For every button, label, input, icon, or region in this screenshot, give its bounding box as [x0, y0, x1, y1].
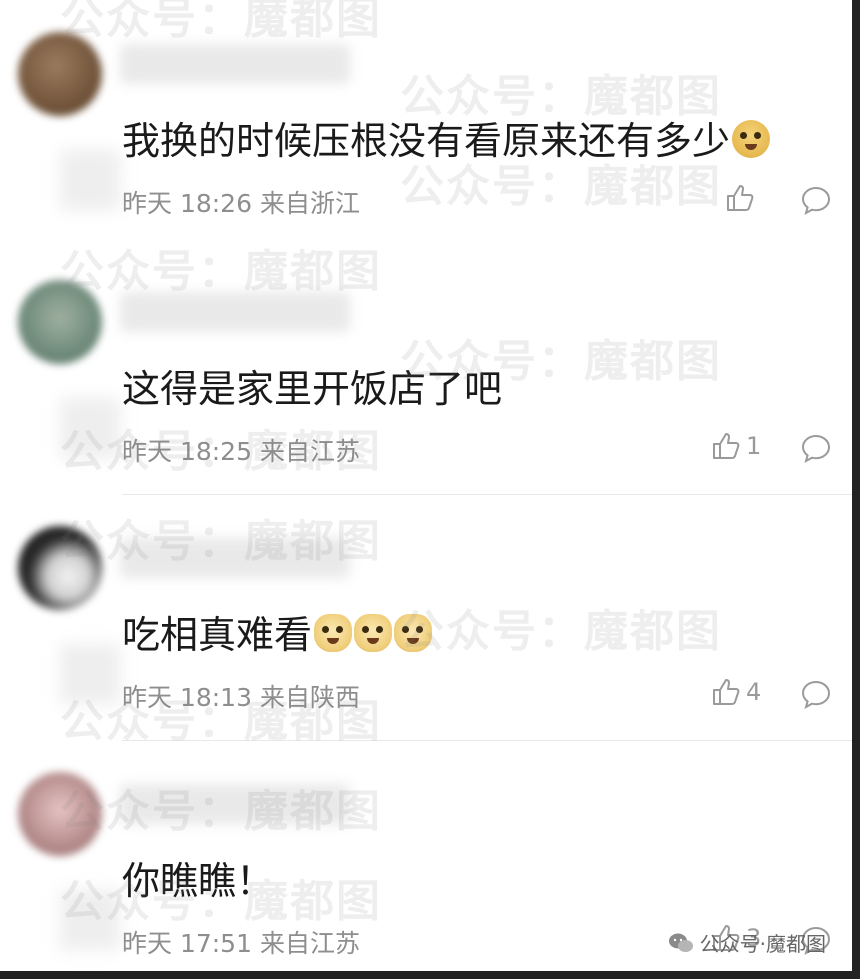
thumbs-up-icon — [727, 185, 754, 211]
wechat-icon — [668, 933, 693, 952]
avatar[interactable] — [18, 280, 102, 364]
avatar[interactable] — [18, 772, 102, 856]
reply-bubble-icon[interactable] — [800, 184, 832, 216]
reply-bubble-icon[interactable] — [800, 678, 832, 710]
laugh-cry-emoji-icon — [732, 120, 771, 158]
comment-item: 这得是家里开饭店了吧 昨天 18:25 来自江苏 1 — [0, 248, 852, 495]
like-button[interactable]: 4 — [710, 676, 761, 708]
brand-footer: 公众号·魔都图 — [668, 928, 826, 957]
like-count: 1 — [746, 432, 762, 460]
username-blurred[interactable] — [120, 292, 350, 332]
blurred-region — [60, 150, 120, 210]
avatar[interactable] — [18, 32, 102, 116]
brand-text: 公众号·魔都图 — [699, 932, 826, 956]
like-button[interactable]: 1 — [710, 430, 761, 462]
doge-emoji-icon — [314, 614, 353, 652]
blurred-region — [60, 890, 120, 950]
blurred-region — [60, 398, 120, 458]
blurred-region — [60, 644, 120, 704]
comment-text: 吃相真难看 — [122, 604, 433, 659]
comment-text: 你瞧瞧！ — [122, 859, 275, 903]
comment-meta: 昨天 18:13 来自陕西 — [122, 683, 360, 712]
doge-emoji-icon — [354, 614, 393, 652]
comment-text: 这得是家里开饭店了吧 — [122, 367, 503, 411]
like-button[interactable] — [724, 182, 760, 214]
comment-text: 我换的时候压根没有看原来还有多少 — [122, 110, 771, 165]
comment-item: 吃相真难看 昨天 18:13 来自陕西 4 — [0, 494, 852, 741]
thumbs-up-icon — [713, 433, 740, 459]
username-blurred[interactable] — [120, 784, 350, 824]
comment-item: 我换的时候压根没有看原来还有多少 昨天 18:26 来自浙江 — [0, 0, 852, 246]
comment-meta: 昨天 18:25 来自江苏 — [122, 437, 360, 466]
like-count: 4 — [746, 678, 762, 706]
doge-emoji-icon — [394, 614, 433, 652]
comment-meta: 昨天 17:51 来自江苏 — [122, 929, 360, 958]
comment-screenshot: 我换的时候压根没有看原来还有多少 昨天 18:26 来自浙江 这得是家里开饭店了… — [0, 0, 860, 979]
username-blurred[interactable] — [120, 44, 350, 84]
reply-bubble-icon[interactable] — [800, 432, 832, 464]
comment-meta: 昨天 18:26 来自浙江 — [122, 189, 360, 218]
thumbs-up-icon — [713, 679, 740, 705]
username-blurred[interactable] — [120, 538, 350, 578]
avatar[interactable] — [18, 526, 102, 610]
